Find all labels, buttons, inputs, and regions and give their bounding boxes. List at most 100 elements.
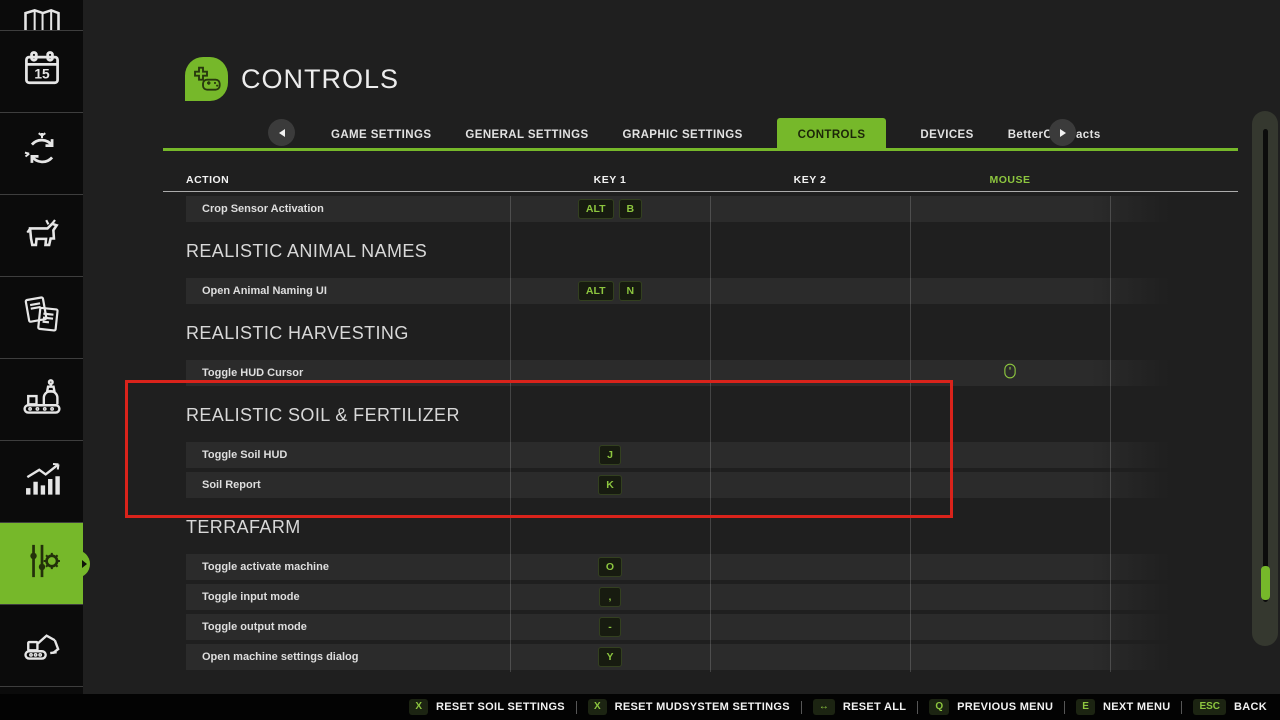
footer-action-reset-mudsystem-settings[interactable]: XRESET MUDSYSTEM SETTINGS — [588, 699, 790, 715]
map-icon — [20, 0, 64, 31]
binding-row-toggle-output-mode[interactable]: Toggle output mode - — [186, 614, 1170, 640]
footer-action-reset-soil-settings[interactable]: X RESET SOIL SETTINGS — [409, 699, 565, 715]
mouse-cell[interactable] — [910, 363, 1110, 384]
footer-key-badge: ↔ — [813, 699, 835, 715]
binding-row-toggle-hud-cursor[interactable]: Toggle HUD Cursor — [186, 360, 1170, 386]
key1-cell[interactable]: , — [510, 587, 710, 608]
key-badge: ALT — [578, 281, 614, 302]
binding-row-crop-sensor-activation[interactable]: Crop Sensor ActivationALTB — [186, 196, 1170, 222]
construction-icon — [20, 621, 64, 670]
footer-separator — [1064, 701, 1065, 714]
key1-cell[interactable]: ALTN — [510, 281, 710, 302]
footer-key-badge: Q — [929, 699, 949, 715]
tab-game-settings[interactable]: GAME SETTINGS — [331, 129, 431, 141]
key1-cell[interactable]: K — [510, 475, 710, 496]
tab-general-settings[interactable]: GENERAL SETTINGS — [465, 129, 588, 141]
column-divider — [710, 196, 711, 672]
footer-separator — [917, 701, 918, 714]
arrow-right-icon[interactable] — [1049, 119, 1076, 146]
calendar-icon: 15 — [20, 47, 64, 96]
action-label: Toggle output mode — [186, 621, 510, 633]
footer-action-back[interactable]: ESC BACK — [1193, 699, 1267, 715]
footer-action-label: RESET SOIL SETTINGS — [436, 701, 565, 713]
sidebar-item-construction[interactable] — [0, 605, 83, 687]
animals-icon — [20, 211, 64, 260]
header-divider — [163, 191, 1238, 192]
tab-devices[interactable]: DEVICES — [920, 129, 973, 141]
page-title: CONTROLS — [241, 64, 399, 95]
key1-cell[interactable]: O — [510, 557, 710, 578]
column-header-mouse: MOUSE — [910, 174, 1110, 186]
sidebar-item-settings[interactable] — [0, 523, 83, 605]
sidebar-item-statistics[interactable] — [0, 441, 83, 523]
footer-key-badge: E — [1076, 699, 1095, 715]
footer-action-label: PREVIOUS MENU — [957, 701, 1053, 713]
sidebar-item-animals[interactable] — [0, 195, 83, 277]
footer-separator — [576, 701, 577, 714]
key-badge: N — [619, 281, 643, 302]
footer-action-previous-menu[interactable]: Q PREVIOUS MENU — [929, 699, 1053, 715]
key1-cell[interactable]: J — [510, 445, 710, 466]
production-icon — [20, 375, 64, 424]
footer-action-next-menu[interactable]: E NEXT MENU — [1076, 699, 1170, 715]
key1-cell[interactable]: ALTB — [510, 199, 710, 220]
action-label: Toggle Soil HUD — [186, 449, 510, 461]
tab-bar: GAME SETTINGS GENERAL SETTINGS GRAPHIC SET… — [331, 118, 1101, 151]
sidebar-item-production[interactable] — [0, 359, 83, 441]
action-label: Toggle input mode — [186, 591, 510, 603]
key-badge: Y — [598, 647, 621, 668]
left-triangle — [279, 129, 285, 137]
key-badge: B — [619, 199, 643, 220]
footer-bar: X RESET SOIL SETTINGS XRESET MUDSYSTEM SET… — [0, 694, 1280, 720]
section-title-realistic-soil-fertilizer: REALISTIC SOIL & FERTILIZER — [186, 406, 1170, 424]
tab-graphic-settings[interactable]: GRAPHIC SETTINGS — [623, 129, 743, 141]
section-title-realistic-harvesting: REALISTIC HARVESTING — [186, 324, 1170, 342]
footer-separator — [1181, 701, 1182, 714]
sidebar-item-contracts[interactable] — [0, 277, 83, 359]
footer-action-label: RESET ALL — [843, 701, 906, 713]
binding-row-soil-report[interactable]: Soil ReportK — [186, 472, 1170, 498]
tab-underline — [163, 148, 1238, 151]
key-badge: - — [599, 617, 621, 638]
scrollbar-track[interactable] — [1263, 129, 1268, 602]
binding-row-toggle-soil-hud[interactable]: Toggle Soil HUDJ — [186, 442, 1170, 468]
action-label: Toggle HUD Cursor — [186, 367, 510, 379]
sidebar-item-crop-rotation[interactable] — [0, 113, 83, 195]
controls-settings-screen: 15 CONTROLS GAME SETTINGS GENERAL SETTING… — [0, 0, 1280, 720]
binding-row-toggle-input-mode[interactable]: Toggle input mode, — [186, 584, 1170, 610]
gamepad-icon — [185, 57, 228, 101]
binding-row-open-machine-settings-dialog[interactable]: Open machine settings dialogY — [186, 644, 1170, 670]
key1-cell[interactable]: Y — [510, 647, 710, 668]
action-label: Crop Sensor Activation — [186, 203, 510, 215]
action-label: Open Animal Naming UI — [186, 285, 510, 297]
footer-separator — [801, 701, 802, 714]
action-label: Toggle activate machine — [186, 561, 510, 573]
settings-icon — [20, 539, 64, 588]
column-header-key-2: KEY 2 — [710, 174, 910, 186]
contracts-icon — [20, 293, 64, 342]
key-badge: O — [598, 557, 622, 578]
sidebar-item-map[interactable] — [0, 0, 83, 31]
mouse-icon — [1004, 363, 1016, 384]
footer-key-badge: X — [409, 699, 428, 715]
key1-cell[interactable]: - — [510, 617, 710, 638]
footer-action-reset-all[interactable]: ↔ RESET ALL — [813, 699, 906, 715]
arrow-left-icon[interactable] — [268, 119, 295, 146]
tab-controls[interactable]: CONTROLS — [777, 118, 887, 151]
sidebar-item-calendar[interactable]: 15 — [0, 31, 83, 113]
footer-action-label: NEXT MENU — [1103, 701, 1170, 713]
footer-key-badge: ESC — [1193, 699, 1226, 715]
footer-action-label: RESET MUDSYSTEM SETTINGS — [615, 701, 790, 713]
action-label: Soil Report — [186, 479, 510, 491]
column-header-action: ACTION — [186, 174, 229, 186]
right-triangle — [1060, 129, 1066, 137]
crop-rotation-icon — [20, 129, 64, 178]
column-header-key-1: KEY 1 — [510, 174, 710, 186]
svg-text:15: 15 — [34, 67, 50, 82]
statistics-icon — [20, 457, 64, 506]
binding-row-toggle-activate-machine[interactable]: Toggle activate machine O — [186, 554, 1170, 580]
binding-row-open-animal-naming-ui[interactable]: Open Animal Naming UIALTN — [186, 278, 1170, 304]
scrollbar-thumb[interactable] — [1261, 566, 1270, 600]
column-divider — [1110, 196, 1111, 672]
footer-action-label: BACK — [1234, 701, 1267, 713]
